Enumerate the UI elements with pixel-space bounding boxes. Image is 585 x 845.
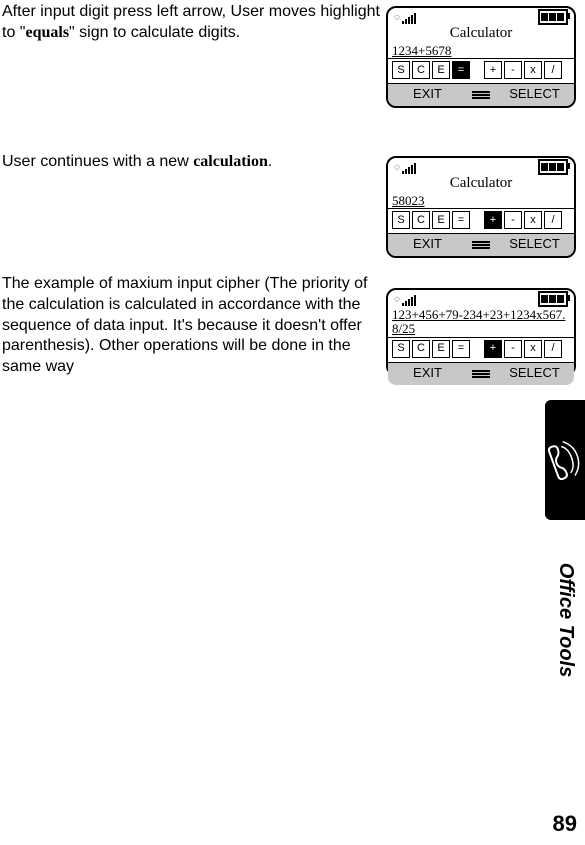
calc-key-row: S C E = + - x / <box>388 209 574 233</box>
page-number: 89 <box>553 810 577 839</box>
calc-key-plus[interactable]: + <box>484 61 502 79</box>
signal-bars <box>402 12 417 24</box>
signal-icon: ◌ <box>394 161 400 174</box>
calc-key-minus[interactable]: - <box>504 340 522 358</box>
calc-key-s[interactable]: S <box>392 61 410 79</box>
calc-key-s[interactable]: S <box>392 340 410 358</box>
status-bar: ◌ <box>388 290 574 306</box>
battery-icon <box>538 291 568 307</box>
calc-key-mult[interactable]: x <box>524 61 542 79</box>
calc-key-plus[interactable]: + <box>484 211 502 229</box>
calc-key-row: S C E = + - x / <box>388 59 574 83</box>
calc-title: Calculator <box>388 174 574 194</box>
status-bar: ◌ <box>388 8 574 24</box>
calc-key-mult[interactable]: x <box>524 211 542 229</box>
section-tab-phone <box>545 400 585 520</box>
calc-key-c[interactable]: C <box>412 61 430 79</box>
softkey-select[interactable]: SELECT <box>495 365 574 382</box>
calc-title: Calculator <box>388 24 574 44</box>
calc-expression: 1234+5678 <box>388 44 574 59</box>
paragraph-2: User continues with a new calculation. <box>2 152 382 173</box>
signal-icon: ◌ <box>394 11 400 24</box>
calculator-screen-3: ◌ 123+456+79-234+23+1234x567.8/25 S C E … <box>386 288 576 376</box>
softkey-select[interactable]: SELECT <box>495 236 574 253</box>
softkey-menu-icon[interactable] <box>467 370 495 378</box>
softkey-exit[interactable]: EXIT <box>388 86 467 103</box>
calc-key-e[interactable]: E <box>432 61 450 79</box>
softkey-menu-icon[interactable] <box>467 91 495 99</box>
calculator-screen-1: ◌ Calculator 1234+5678 S C E = + - x / E… <box>386 6 576 108</box>
calc-key-c[interactable]: C <box>412 340 430 358</box>
calc-key-plus[interactable]: + <box>484 340 502 358</box>
softkey-select[interactable]: SELECT <box>495 86 574 103</box>
calc-key-mult[interactable]: x <box>524 340 542 358</box>
calc-key-div[interactable]: / <box>544 61 562 79</box>
calc-key-c[interactable]: C <box>412 211 430 229</box>
p1-text-c: " sign to calculate digits. <box>69 24 240 41</box>
softkey-bar: EXIT SELECT <box>388 362 574 385</box>
softkey-menu-icon[interactable] <box>467 241 495 249</box>
signal-icon: ◌ <box>394 293 400 306</box>
calc-key-e[interactable]: E <box>432 340 450 358</box>
signal-bars <box>402 294 417 306</box>
calc-key-equals[interactable]: = <box>452 61 470 79</box>
battery-icon <box>538 159 568 175</box>
calc-key-s[interactable]: S <box>392 211 410 229</box>
calc-expression: 123+456+79-234+23+1234x567.8/25 <box>388 306 574 338</box>
p2-text-a: User continues with a new <box>2 153 193 170</box>
phone-icon <box>544 436 585 484</box>
softkey-exit[interactable]: EXIT <box>388 365 467 382</box>
p1-bold: equals <box>25 24 69 41</box>
p2-text-c: . <box>268 153 272 170</box>
p2-bold: calculation <box>193 153 268 170</box>
calc-key-minus[interactable]: - <box>504 61 522 79</box>
softkey-bar: EXIT SELECT <box>388 233 574 256</box>
section-label: Office Tools <box>551 530 581 710</box>
status-bar: ◌ <box>388 158 574 174</box>
calc-key-e[interactable]: E <box>432 211 450 229</box>
calculator-screen-2: ◌ Calculator 58023 S C E = + - x / EXIT … <box>386 156 576 258</box>
calc-key-div[interactable]: / <box>544 211 562 229</box>
section-label-text: Office Tools <box>553 563 579 677</box>
p3-text: The example of maxium input cipher (The … <box>2 275 367 375</box>
calc-key-equals[interactable]: = <box>452 340 470 358</box>
battery-icon <box>538 9 568 25</box>
calc-key-row: S C E = + - x / <box>388 338 574 362</box>
calc-key-equals[interactable]: = <box>452 211 470 229</box>
softkey-exit[interactable]: EXIT <box>388 236 467 253</box>
paragraph-3: The example of maxium input cipher (The … <box>2 274 382 378</box>
softkey-bar: EXIT SELECT <box>388 83 574 106</box>
calc-key-minus[interactable]: - <box>504 211 522 229</box>
calc-key-div[interactable]: / <box>544 340 562 358</box>
signal-bars <box>402 162 417 174</box>
calc-expression: 58023 <box>388 194 574 209</box>
paragraph-1: After input digit press left arrow, User… <box>2 2 382 44</box>
